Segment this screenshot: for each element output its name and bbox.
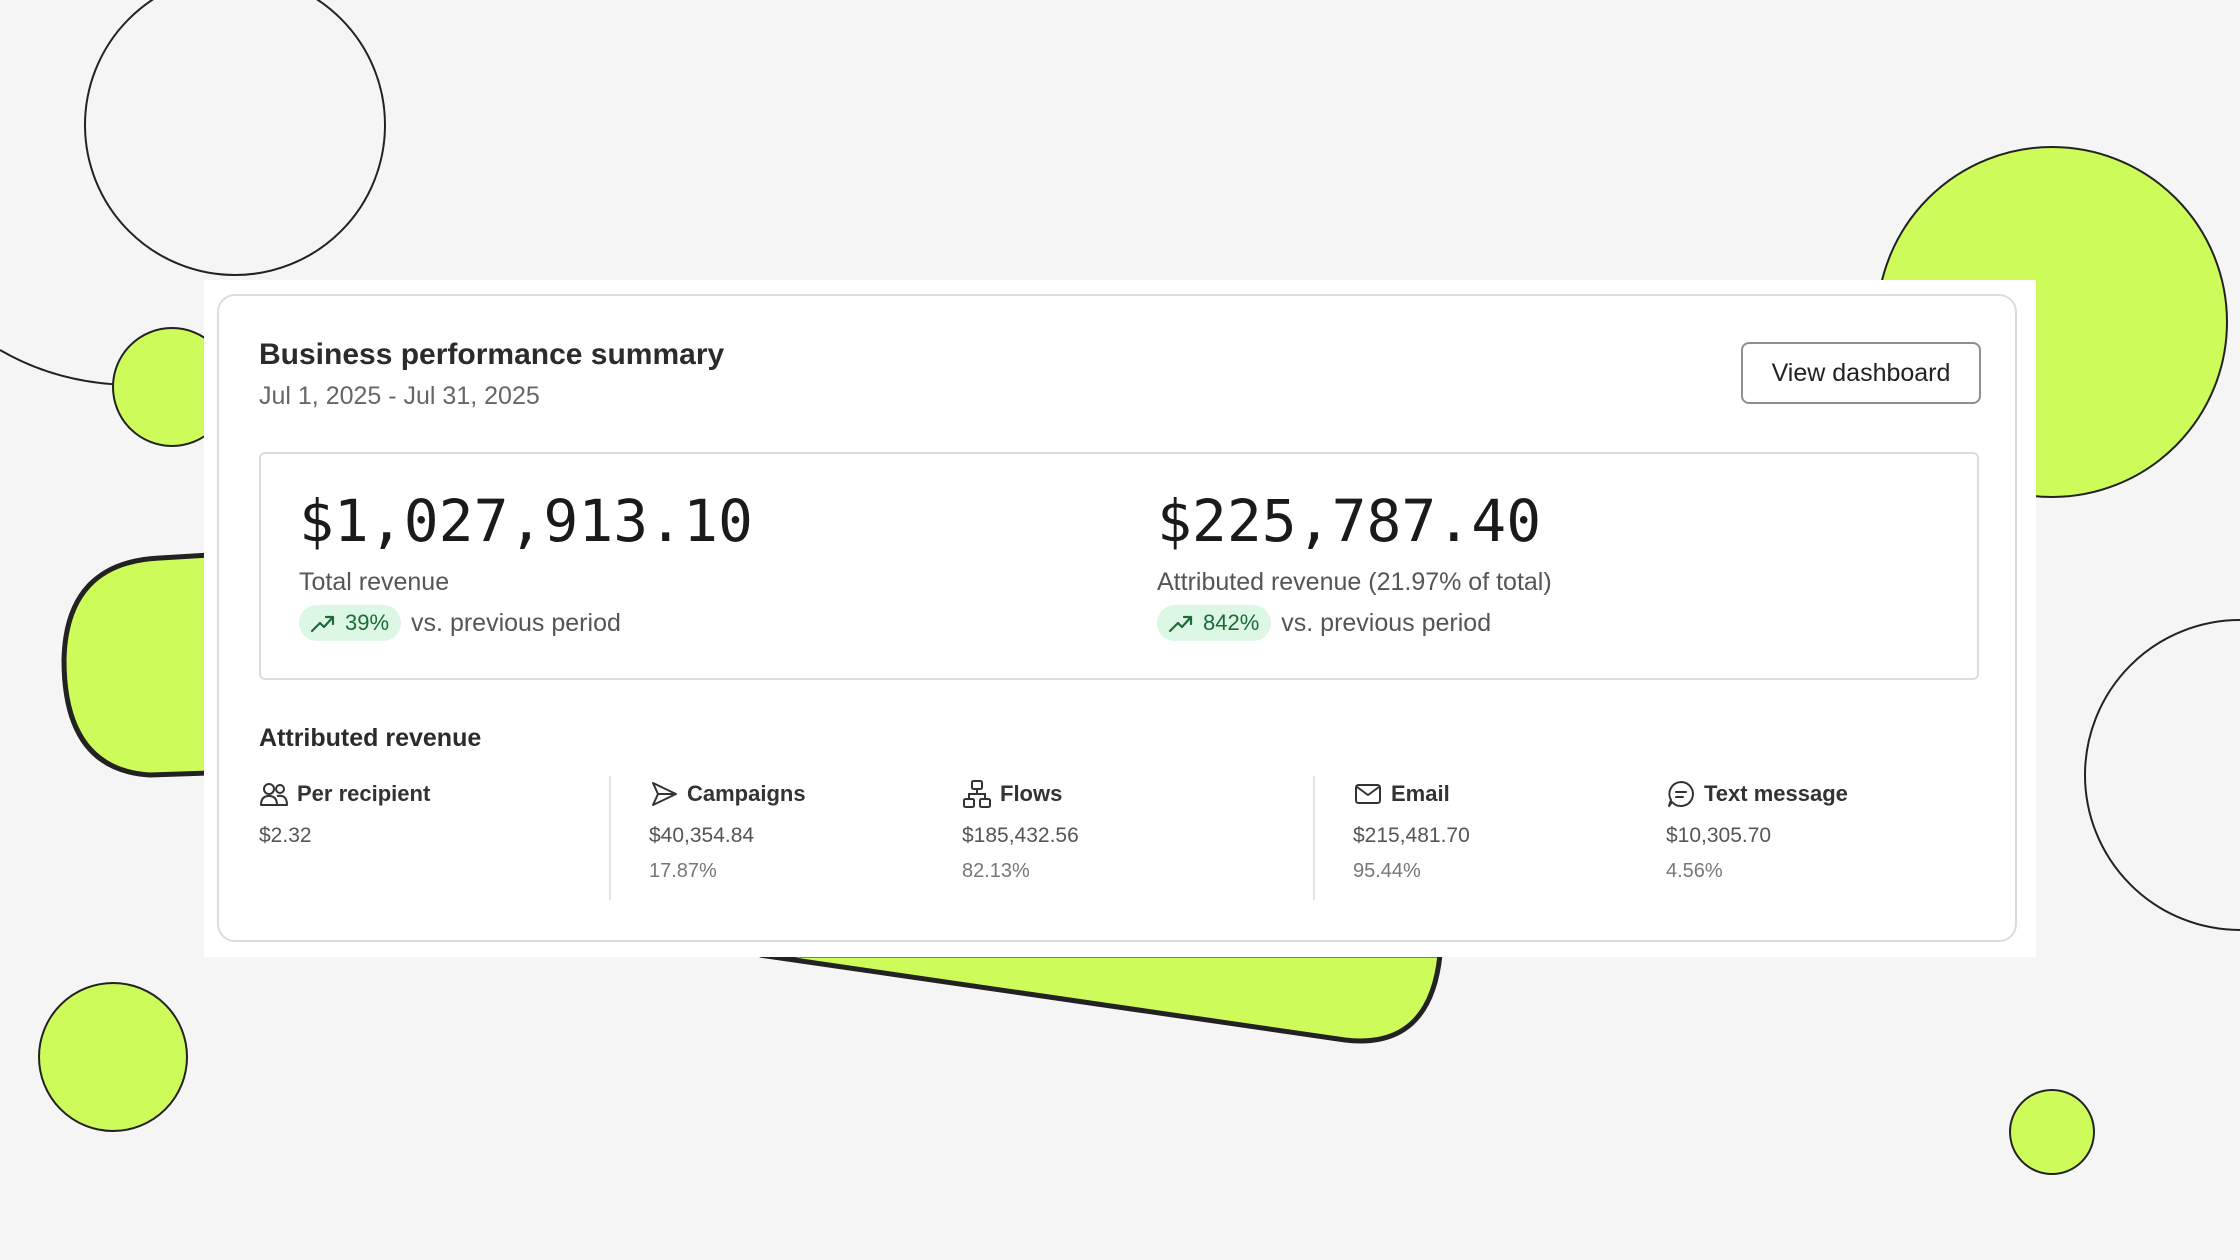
stat-header: Flows (962, 776, 1079, 812)
stat-text-message: Text message $10,305.70 4.56% (1666, 776, 1848, 883)
stat-value: $40,354.84 (649, 824, 755, 847)
stat-value: $185,432.56 (962, 824, 1079, 847)
trend-badge: 39% (299, 605, 402, 641)
users-icon (260, 783, 288, 806)
stat-per-recipient: Per recipient $2.32 (259, 776, 430, 848)
revenue-summary: $1,027,913.10 Total revenue 39% vs. prev… (259, 452, 1979, 680)
attributed-revenue-amount: $225,787.40 (1157, 487, 1542, 555)
column-divider (609, 776, 611, 900)
performance-card: Business performance summary Jul 1, 2025… (217, 294, 2017, 942)
total-revenue-label: Total revenue (299, 568, 450, 596)
stat-label: Text message (1704, 781, 1848, 806)
trend-percent: 39% (345, 610, 390, 635)
stat-label: Flows (1000, 781, 1063, 806)
stat-value: $2.32 (259, 824, 312, 847)
outline-circle-right-decoration (2084, 619, 2240, 931)
stat-header: Per recipient (259, 776, 430, 812)
stat-header: Email (1353, 776, 1470, 812)
stat-label: Per recipient (297, 781, 431, 806)
stat-header: Campaigns (649, 776, 806, 812)
outline-circle-decoration (84, 0, 386, 276)
stat-email: Email $215,481.70 95.44% (1353, 776, 1470, 883)
column-divider (1313, 776, 1315, 900)
trend-up-icon (1168, 615, 1193, 633)
stat-percent: 95.44% (1353, 860, 1421, 882)
total-revenue-metric: $1,027,913.10 Total revenue 39% vs. prev… (299, 492, 753, 641)
trend-badge: 842% (1157, 605, 1272, 641)
attributed-revenue-trend: 842% vs. previous period (1157, 605, 1552, 641)
mail-icon (1355, 784, 1381, 804)
stat-label: Email (1391, 781, 1450, 806)
total-revenue-trend: 39% vs. previous period (299, 605, 753, 641)
lime-circle-bottom-left-decoration (38, 982, 188, 1132)
stat-percent: 17.87% (649, 860, 717, 882)
attributed-revenue-breakdown: Per recipient $2.32 Campaigns $40,354.84… (259, 776, 1979, 906)
attributed-revenue-title: Attributed revenue (259, 724, 482, 752)
attributed-revenue-label: Attributed revenue (21.97% of total) (1157, 568, 1552, 596)
view-dashboard-button[interactable]: View dashboard (1741, 342, 1981, 404)
total-revenue-amount: $1,027,913.10 (299, 487, 753, 555)
message-icon (1668, 781, 1694, 807)
trend-compare-label: vs. previous period (1281, 608, 1492, 637)
stat-flows: Flows $185,432.56 82.13% (962, 776, 1079, 883)
lime-circle-small-decoration (2009, 1089, 2095, 1175)
stat-campaigns: Campaigns $40,354.84 17.87% (649, 776, 806, 883)
stat-label: Campaigns (687, 781, 806, 806)
lime-shape-bottom-decoration (759, 952, 1443, 1044)
lime-blob-decoration (61, 552, 213, 778)
trend-up-icon (310, 615, 335, 633)
attributed-revenue-metric: $225,787.40 Attributed revenue (21.97% o… (1157, 492, 1552, 641)
stat-value: $215,481.70 (1353, 824, 1470, 847)
send-icon (652, 782, 677, 806)
stat-percent: 82.13% (962, 860, 1030, 882)
stat-value: $10,305.70 (1666, 824, 1772, 847)
screenshot-frame: Business performance summary Jul 1, 2025… (204, 280, 2036, 957)
stat-percent: 4.56% (1666, 860, 1723, 882)
card-title: Business performance summary (259, 338, 725, 371)
stat-header: Text message (1666, 776, 1848, 812)
trend-percent: 842% (1203, 610, 1260, 635)
flow-icon (963, 780, 991, 808)
trend-compare-label: vs. previous period (411, 608, 621, 637)
date-range: Jul 1, 2025 - Jul 31, 2025 (259, 382, 540, 410)
